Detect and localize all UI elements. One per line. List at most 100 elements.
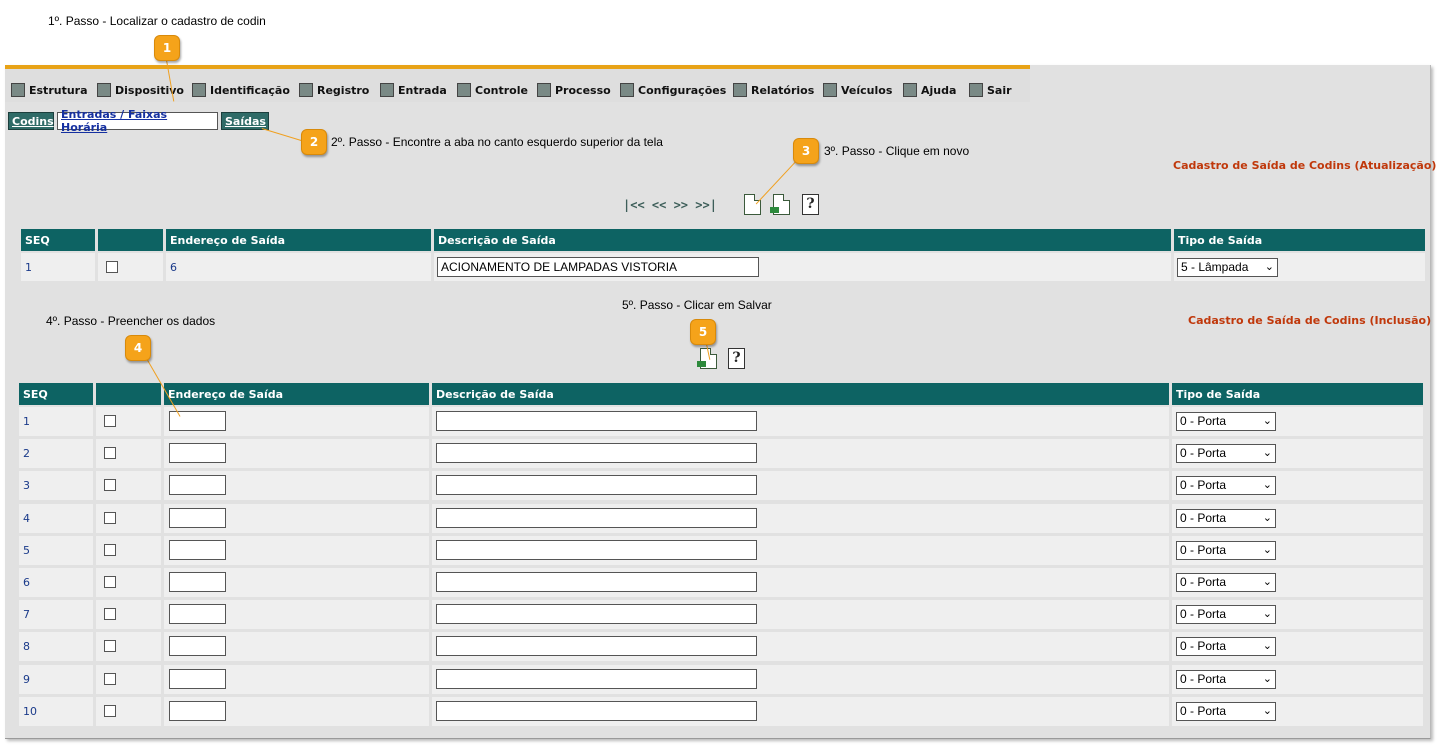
insert-row-checkbox[interactable]: [104, 511, 116, 524]
tab-codins[interactable]: Codins: [8, 112, 54, 130]
chevron-down-icon: ⌄: [1264, 261, 1274, 273]
update-section-title: Cadastro de Saída de Codins (Atualização…: [1173, 159, 1437, 172]
step-1-text: 1º. Passo - Localizar o cadastro de codi…: [48, 14, 266, 28]
insert-row-seq: 4: [23, 511, 30, 525]
step-badge-4: 4: [125, 335, 151, 361]
help-doc-icon[interactable]: ?: [728, 348, 745, 369]
tipo-select[interactable]: 0 - Porta ⌄: [1176, 637, 1276, 657]
chevron-down-icon: ⌄: [1262, 672, 1272, 685]
menu-processo[interactable]: Processo: [537, 81, 611, 99]
descricao-input[interactable]: [436, 636, 757, 657]
step-3-text: 3º. Passo - Clique em novo: [824, 144, 970, 158]
chevron-down-icon: ⌄: [1262, 479, 1272, 492]
menu-sair[interactable]: Sair: [969, 81, 1012, 99]
insert-row-checkbox[interactable]: [104, 704, 116, 717]
table-cell: [19, 568, 93, 597]
endereco-input[interactable]: [169, 539, 226, 560]
descricao-input[interactable]: [436, 604, 757, 625]
select-value: 0 - Porta: [1180, 542, 1227, 557]
step-5-text: 5º. Passo - Clicar em Salvar: [622, 298, 772, 312]
menu-label: Identificação: [210, 83, 290, 97]
menu-entrada[interactable]: Entrada: [380, 81, 447, 99]
insert-row-checkbox[interactable]: [104, 479, 116, 492]
endereco-input[interactable]: [169, 507, 226, 528]
table-cell: [19, 407, 93, 436]
tipo-select[interactable]: 0 - Porta ⌄: [1176, 444, 1276, 464]
help-icon: [903, 83, 917, 97]
endereco-input[interactable]: [169, 700, 226, 721]
endereco-input[interactable]: [169, 475, 226, 496]
insert-row-seq: 6: [23, 576, 30, 589]
table-cell: [19, 439, 93, 469]
tipo-select[interactable]: 0 - Porta ⌄: [1176, 476, 1276, 496]
col-seq: SEQ: [21, 229, 95, 251]
endereco-input[interactable]: [169, 636, 226, 657]
menu-ajuda[interactable]: Ajuda: [903, 81, 956, 99]
menu-label: Dispositivo: [115, 83, 184, 97]
select-value: 0 - Porta: [1180, 510, 1227, 525]
tipo-select[interactable]: 0 - Porta ⌄: [1176, 701, 1276, 721]
endereco-input[interactable]: [169, 572, 226, 592]
table-cell: [19, 503, 93, 533]
insert-row-checkbox[interactable]: [104, 608, 116, 621]
endereco-input[interactable]: [169, 604, 226, 625]
descricao-input[interactable]: [436, 539, 757, 560]
insert-row-checkbox[interactable]: [104, 543, 116, 556]
process-icon: [537, 83, 551, 97]
insert-row-checkbox[interactable]: [104, 640, 116, 653]
insert-row-seq: 1: [23, 415, 30, 428]
select-value: 0 - Porta: [1180, 639, 1227, 654]
record-navigation-icons[interactable]: |<< << >> >>|: [623, 198, 717, 212]
save-record-icon[interactable]: [770, 194, 790, 215]
tipo-select[interactable]: 0 - Porta ⌄: [1176, 540, 1276, 560]
tipo-select[interactable]: 0 - Porta ⌄: [1176, 573, 1276, 592]
tipo-select[interactable]: 0 - Porta ⌄: [1176, 508, 1276, 528]
tipo-select[interactable]: 0 - Porta ⌄: [1176, 412, 1276, 431]
tipo-select[interactable]: 0 - Porta ⌄: [1176, 669, 1276, 689]
step-4-text: 4º. Passo - Preencher os dados: [46, 314, 216, 328]
menu-label: Relatórios: [751, 83, 815, 97]
table-cell: [19, 600, 93, 630]
tipo-select[interactable]: 0 - Porta ⌄: [1176, 605, 1276, 625]
update-row-checkbox[interactable]: [106, 261, 118, 273]
device-icon: [97, 83, 111, 97]
menu-registro[interactable]: Registro: [299, 81, 369, 99]
menu-identificacao[interactable]: Identificação: [192, 81, 290, 99]
menu-configuracoes[interactable]: Configurações: [620, 81, 726, 99]
descricao-input[interactable]: [436, 475, 757, 496]
descricao-input[interactable]: [436, 572, 757, 592]
select-value: 0 - Porta: [1180, 414, 1227, 428]
menu-veiculos[interactable]: Veículos: [823, 81, 892, 99]
descricao-input[interactable]: [436, 411, 757, 431]
help-doc-icon[interactable]: ?: [802, 194, 819, 215]
endereco-input[interactable]: [169, 668, 226, 689]
col-descricao: Descrição de Saída: [434, 229, 1171, 251]
control-icon: [457, 83, 471, 97]
insert-row-checkbox[interactable]: [104, 447, 116, 460]
insert-row-checkbox[interactable]: [104, 576, 116, 588]
update-row-tipo-select[interactable]: 5 - Lâmpada ⌄: [1177, 258, 1278, 277]
descricao-input[interactable]: [436, 700, 757, 721]
descricao-input[interactable]: [436, 507, 757, 528]
descricao-input[interactable]: [436, 668, 757, 689]
insert-row-seq: 5: [23, 543, 30, 557]
endereco-input[interactable]: [169, 443, 226, 464]
menu-relatorios[interactable]: Relatórios: [733, 81, 814, 99]
insert-row-checkbox[interactable]: [104, 415, 116, 427]
menu-label: Configurações: [638, 83, 727, 97]
insert-row-seq: 9: [23, 672, 30, 686]
menu-estrutura[interactable]: Estrutura: [11, 81, 88, 99]
col-endereco: Endereço de Saída: [164, 383, 429, 405]
chevron-down-icon: ⌄: [1262, 415, 1272, 427]
insert-row-checkbox[interactable]: [104, 672, 116, 685]
tab-entradas-faixas[interactable]: Entradas / Faixas Horária: [57, 108, 218, 134]
step-badge-3: 3: [793, 138, 819, 164]
table-cell: [19, 664, 93, 694]
descricao-input[interactable]: [436, 443, 757, 464]
menu-label: Registro: [317, 83, 370, 97]
menu-controle[interactable]: Controle: [457, 81, 528, 99]
update-row-descricao-input[interactable]: ACIONAMENTO DE LAMPADAS VISTORIA: [437, 257, 759, 277]
insert-row-seq: 8: [23, 640, 30, 654]
update-row-seq: 1: [25, 261, 32, 274]
new-record-icon[interactable]: [744, 194, 761, 215]
